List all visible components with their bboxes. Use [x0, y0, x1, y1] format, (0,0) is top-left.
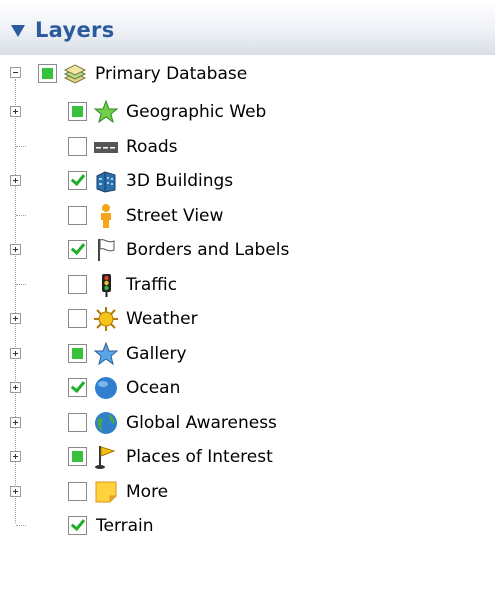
layer-checkbox[interactable] [68, 240, 87, 259]
panel-title: Layers [35, 18, 115, 42]
ocean-globe-icon [95, 377, 117, 399]
layer-row[interactable]: Roads [0, 133, 495, 167]
layer-label: Geographic Web [126, 102, 267, 122]
layer-label: Places of Interest [126, 447, 273, 467]
layer-checkbox[interactable] [68, 309, 87, 328]
expand-toggle-icon[interactable] [10, 382, 21, 393]
layer-checkbox[interactable] [68, 447, 87, 466]
tree-branch-line [16, 215, 26, 216]
layer-row[interactable]: 3D Buildings [0, 167, 495, 201]
expand-toggle-icon[interactable] [10, 244, 21, 255]
layer-checkbox[interactable] [68, 206, 87, 225]
layer-checkbox[interactable] [68, 344, 87, 363]
tree-branch-line [16, 146, 26, 147]
tree-branch-line [16, 284, 26, 285]
layer-checkbox[interactable] [68, 482, 87, 501]
layer-label: Global Awareness [126, 413, 277, 433]
sun-icon [94, 307, 118, 331]
pegman-icon [101, 204, 111, 228]
layer-checkbox[interactable] [68, 516, 87, 535]
layer-label: Ocean [126, 378, 181, 398]
layer-label: Terrain [96, 516, 154, 536]
layer-row[interactable]: More [0, 478, 495, 512]
expand-toggle-icon[interactable] [10, 313, 21, 324]
traffic-light-icon [102, 274, 111, 297]
layer-label: Roads [126, 137, 178, 157]
layer-row[interactable]: Places of Interest [0, 443, 495, 477]
layer-row[interactable]: Traffic [0, 271, 495, 305]
layer-checkbox[interactable] [68, 378, 87, 397]
expand-toggle-icon[interactable] [10, 106, 21, 117]
expand-toggle-icon[interactable] [10, 451, 21, 462]
layer-label: 3D Buildings [126, 171, 234, 191]
green-star-icon [93, 99, 119, 124]
expand-toggle-icon[interactable] [10, 417, 21, 428]
layer-row[interactable]: Geographic Web [0, 98, 495, 132]
expand-toggle-icon[interactable] [10, 348, 21, 359]
layer-row[interactable]: Street View [0, 202, 495, 236]
flag-icon [98, 239, 115, 261]
layer-checkbox[interactable] [68, 413, 87, 432]
layer-row[interactable]: Ocean [0, 374, 495, 408]
building-icon [96, 171, 116, 193]
expand-toggle-icon[interactable] [10, 175, 21, 186]
layer-row[interactable]: Global Awareness [0, 409, 495, 443]
layer-checkbox[interactable] [68, 275, 87, 294]
layer-checkbox[interactable] [68, 102, 87, 121]
layer-label: Gallery [126, 344, 187, 364]
layers-panel-header[interactable]: Layers [0, 0, 495, 55]
tree-branch-line [16, 525, 26, 526]
layer-checkbox[interactable] [68, 171, 87, 190]
root-checkbox[interactable] [38, 64, 57, 83]
layer-row[interactable]: Borders and Labels [0, 236, 495, 270]
collapse-triangle-icon[interactable] [11, 25, 25, 37]
road-icon [94, 142, 118, 153]
layer-checkbox[interactable] [68, 137, 87, 156]
tree-root-label: Primary Database [95, 64, 248, 84]
layer-label: Borders and Labels [126, 240, 290, 260]
layer-label: Traffic [126, 275, 178, 295]
layer-row[interactable]: Weather [0, 305, 495, 339]
yellow-flag-icon [95, 446, 116, 469]
blue-star-icon [93, 341, 119, 366]
layer-row[interactable]: Terrain [0, 512, 495, 546]
layer-label: Street View [126, 206, 224, 226]
expand-toggle-icon[interactable] [10, 486, 21, 497]
layers-stack-icon [63, 64, 87, 84]
earth-globe-icon [95, 412, 117, 434]
collapse-toggle-icon[interactable] [10, 67, 21, 78]
layer-label: More [126, 482, 169, 502]
layer-row[interactable]: Gallery [0, 340, 495, 374]
layer-label: Weather [126, 309, 198, 329]
sticky-note-icon [95, 481, 117, 503]
